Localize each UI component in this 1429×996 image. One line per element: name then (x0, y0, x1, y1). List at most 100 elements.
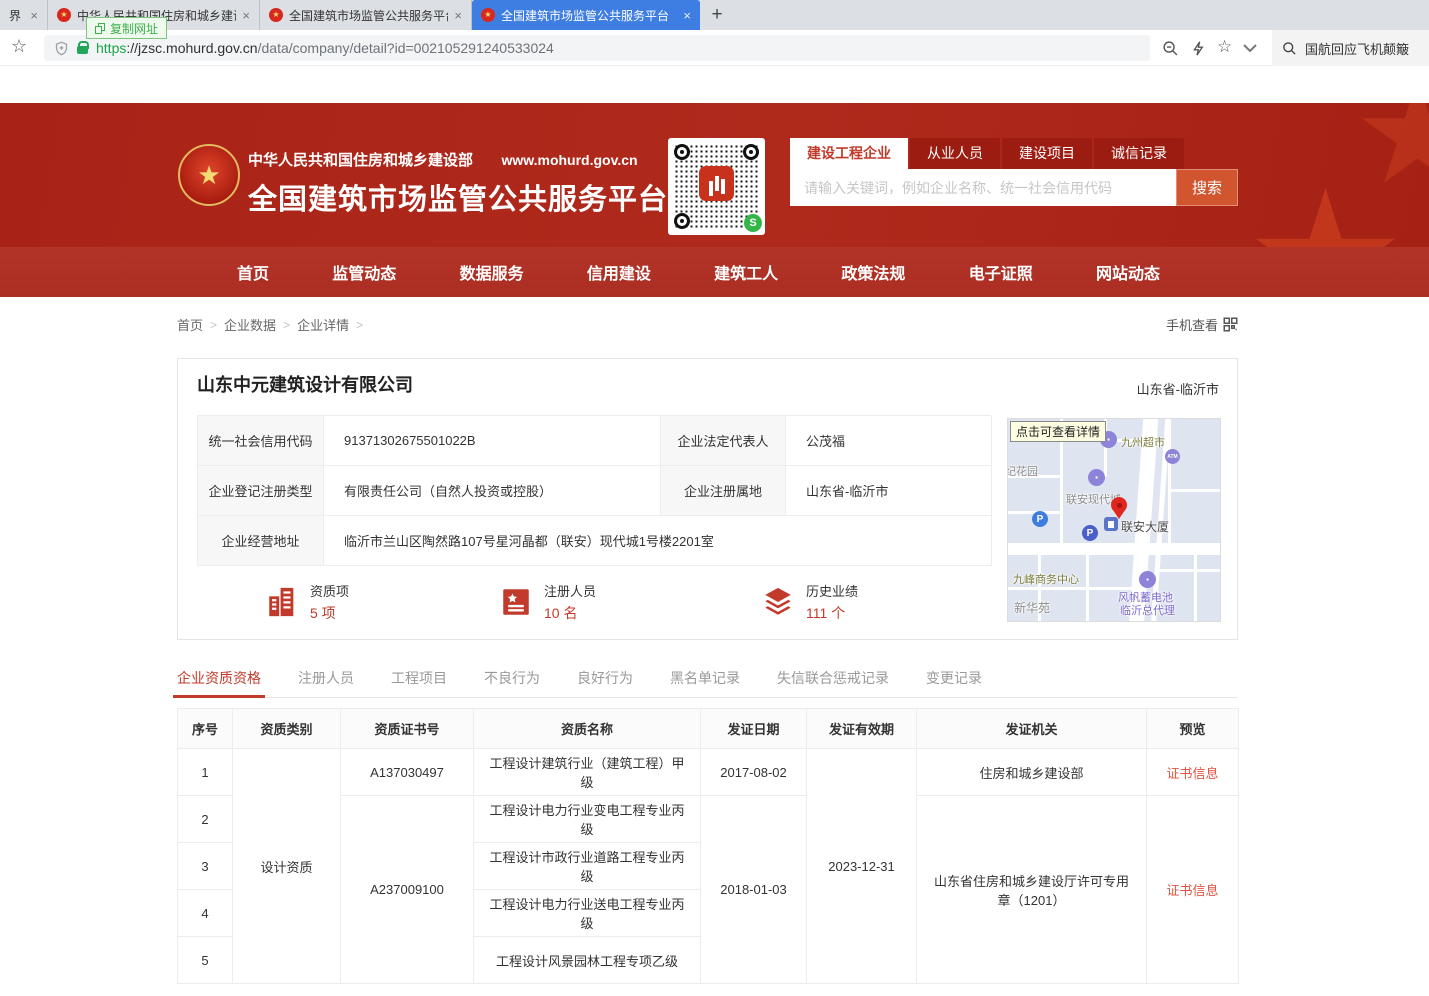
company-location-map[interactable]: 点击可查看详情 ▪ 九州超市 ATM 纪花园 ▪ 联安现代城 联安大厦 P P … (1007, 418, 1221, 622)
field-label: 企业经营地址 (198, 516, 324, 566)
cell-no: 1 (178, 749, 233, 796)
tab-dishonesty-records[interactable]: 失信联合惩戒记录 (777, 668, 889, 697)
keyword-search-input[interactable] (790, 169, 1176, 206)
search-button[interactable]: 搜索 (1176, 169, 1238, 206)
nav-item-supervision[interactable]: 监管动态 (332, 260, 396, 284)
stat-registered-personnel: 注册人员 10 名 (499, 581, 596, 623)
decor-star (1253, 188, 1398, 247)
field-value: 公茂福 (786, 416, 992, 466)
atm-pin-icon: ATM (1165, 449, 1180, 464)
chevron-down-icon[interactable] (1243, 44, 1257, 53)
search-tab-project[interactable]: 建设项目 (1002, 138, 1092, 169)
field-value: 91371302675501022B (324, 416, 661, 466)
map-label: 临沂总代理 (1120, 602, 1175, 618)
browser-tab-active[interactable]: ★ 全国建筑市场监管公共服务平台 × (472, 0, 700, 30)
cell-category: 设计资质 (233, 749, 341, 984)
table-row: 1 设计资质 A137030497 工程设计建筑行业（建筑工程）甲级 2017-… (178, 749, 1239, 796)
nav-item-data-service[interactable]: 数据服务 (460, 260, 524, 284)
breadcrumb-separator: > (356, 318, 363, 332)
tab-blacklist[interactable]: 黑名单记录 (670, 668, 740, 697)
close-icon[interactable]: × (683, 8, 691, 23)
field-label: 企业注册属地 (661, 466, 786, 516)
field-value: 有限责任公司（自然人投资或控股） (324, 466, 661, 516)
copy-icon (95, 23, 105, 34)
search-tab-credit[interactable]: 诚信记录 (1094, 138, 1184, 169)
close-icon[interactable]: × (30, 8, 38, 23)
col-no: 序号 (178, 709, 233, 749)
col-preview: 预览 (1147, 709, 1239, 749)
address-bar[interactable]: https://jzsc.mohurd.gov.cn/data/company/… (44, 35, 1150, 61)
zoom-out-icon[interactable] (1162, 40, 1179, 57)
field-label: 统一社会信用代码 (198, 416, 324, 466)
col-validity: 发证有效期 (807, 709, 917, 749)
stat-value: 10 名 (544, 603, 596, 623)
close-icon[interactable]: × (454, 8, 462, 23)
emblem-favicon-icon: ★ (481, 8, 495, 22)
col-qual-name: 资质名称 (474, 709, 701, 749)
copy-url-tooltip: 复制网址 (86, 17, 167, 39)
stat-value: 5 项 (310, 603, 349, 623)
nav-item-site-news[interactable]: 网站动态 (1096, 260, 1160, 284)
certificate-info-link[interactable]: 证书信息 (1166, 766, 1218, 781)
ministry-name: 中华人民共和国住房和城乡建设部 (248, 152, 473, 169)
mobile-view-button[interactable]: 手机查看 (1166, 315, 1238, 334)
site-title: 全国建筑市场监管公共服务平台 (248, 176, 668, 218)
hot-search-text: 国航回应飞机颠簸 (1305, 39, 1409, 58)
breadcrumb-company-data[interactable]: 企业数据 (224, 315, 276, 334)
site-title-group: 中华人民共和国住房和城乡建设部 www.mohurd.gov.cn 全国建筑市场… (248, 149, 668, 218)
search-tab-enterprise[interactable]: 建设工程企业 (790, 138, 908, 169)
nav-item-certificate[interactable]: 电子证照 (969, 260, 1033, 284)
lightning-icon[interactable] (1191, 40, 1207, 57)
col-authority: 发证机关 (917, 709, 1147, 749)
building-icon (265, 585, 299, 619)
breadcrumb-home[interactable]: 首页 (177, 315, 203, 334)
stat-value: 111 个 (806, 603, 858, 623)
tab-qualifications[interactable]: 企业资质资格 (177, 668, 261, 697)
cell-qual-name: 工程设计电力行业送电工程专业丙级 (474, 890, 701, 937)
breadcrumb-separator: > (283, 318, 290, 332)
qr-center-logo (699, 166, 734, 201)
cell-issue-date: 2018-01-03 (701, 796, 807, 984)
bookmarks-star-icon[interactable]: ☆ (11, 36, 27, 57)
favorite-star-icon[interactable]: ☆ (1217, 37, 1232, 57)
stat-label: 注册人员 (544, 581, 596, 600)
certificate-info-link[interactable]: 证书信息 (1166, 883, 1218, 898)
cell-qual-name: 工程设计风景园林工程专项乙级 (474, 937, 701, 984)
battery-store-pin-icon: ▪ (1139, 571, 1156, 588)
secure-lock-icon (77, 46, 88, 54)
stat-label: 资质项 (310, 581, 349, 600)
tab-registered-personnel[interactable]: 注册人员 (298, 668, 354, 697)
company-stats: 资质项 5 项 注册人员 10 名 历史业绩 (197, 581, 991, 623)
qualification-table: 序号 资质类别 资质证书号 资质名称 发证日期 发证有效期 发证机关 预览 1 … (177, 708, 1239, 984)
company-info-table: 统一社会信用代码 91371302675501022B 企业法定代表人 公茂福 … (197, 415, 991, 566)
cell-cert-no: A237009100 (341, 796, 474, 984)
company-location-pin-icon (1111, 497, 1127, 513)
cell-qual-name: 工程设计市政行业道路工程专业丙级 (474, 843, 701, 890)
nav-item-workers[interactable]: 建筑工人 (714, 260, 778, 284)
new-tab-button[interactable]: + (700, 0, 734, 30)
certificate-icon (499, 585, 533, 619)
cell-no: 5 (178, 937, 233, 984)
tab-title: 全国建筑市场监管公共服务平台 (501, 7, 677, 24)
tab-projects[interactable]: 工程项目 (391, 668, 447, 697)
cell-authority: 住房和城乡建设部 (917, 749, 1147, 796)
tab-title: 界 (9, 7, 24, 24)
stat-label: 历史业绩 (806, 581, 858, 600)
tab-good-behavior[interactable]: 良好行为 (577, 668, 633, 697)
search-tab-personnel[interactable]: 从业人员 (910, 138, 1000, 169)
qr-code-icon (1223, 317, 1238, 332)
stat-history-performance: 历史业绩 111 个 (761, 581, 858, 623)
browser-tab-jzsc[interactable]: ★ 全国建筑市场监管公共服务平台 × (260, 0, 472, 30)
tab-bad-behavior[interactable]: 不良行为 (484, 668, 540, 697)
browser-tab-partial[interactable]: 界 × (0, 0, 48, 30)
map-label: 联安大厦 (1121, 518, 1169, 535)
nav-item-credit[interactable]: 信用建设 (587, 260, 651, 284)
close-icon[interactable]: × (242, 8, 250, 23)
cell-cert-no: A137030497 (341, 749, 474, 796)
company-name: 山东中元建筑设计有限公司 (197, 371, 413, 397)
tab-change-records[interactable]: 变更记录 (926, 668, 982, 697)
nav-item-policy[interactable]: 政策法规 (841, 260, 905, 284)
hot-search-box[interactable]: 国航回应飞机颠簸 (1272, 30, 1429, 66)
national-emblem-logo: ★ (178, 144, 240, 206)
nav-item-home[interactable]: 首页 (237, 260, 269, 284)
